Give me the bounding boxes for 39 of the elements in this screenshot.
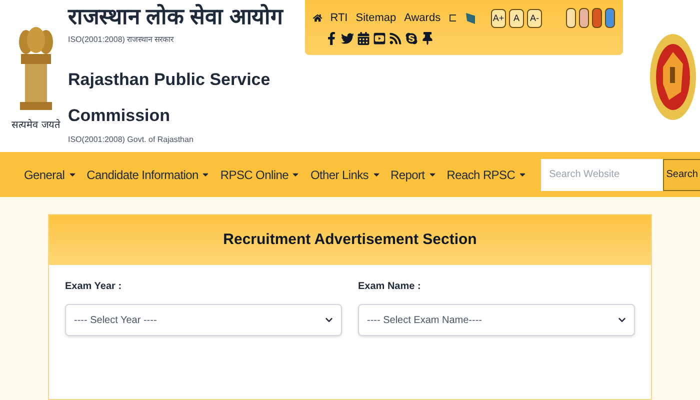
select-field[interactable]: ---- Select Year ---- xyxy=(65,304,342,336)
top-link[interactable]: Sitemap xyxy=(356,10,396,26)
theme-swatch[interactable] xyxy=(579,8,589,28)
field-label: Exam Year : xyxy=(65,280,123,294)
section-title: Recruitment Advertisement Section xyxy=(223,230,477,250)
nav-menu-item[interactable]: Other Links xyxy=(310,166,380,184)
pin-icon[interactable] xyxy=(421,32,434,45)
nav-menu-item[interactable]: RPSC Online xyxy=(220,166,300,184)
font-size-button[interactable]: A+ xyxy=(491,8,506,28)
rss-icon[interactable] xyxy=(389,32,402,45)
nav-menu-item[interactable]: General xyxy=(24,166,77,184)
chevron-icon xyxy=(618,316,626,324)
hindi-subtitle: ISO(2001:2008) राजस्थान सरकार xyxy=(68,34,175,46)
top-link[interactable]: Awards xyxy=(404,10,441,26)
search-field[interactable]: Search Website xyxy=(541,158,664,190)
top-link[interactable]: RTI xyxy=(330,10,348,26)
font-size-button[interactable]: A- xyxy=(527,8,542,28)
twitter-icon[interactable] xyxy=(341,32,354,45)
emblem-motto: सत्यमेव जयते xyxy=(12,118,60,133)
field-label: Exam Name : xyxy=(358,280,422,294)
hindi-title: राजस्थान लोक सेवा आयोग xyxy=(68,4,285,30)
calendar-icon[interactable] xyxy=(357,32,370,45)
nav-menu-item[interactable]: Reach RPSC xyxy=(446,166,528,184)
theme-swatch[interactable] xyxy=(605,8,615,28)
home-icon[interactable] xyxy=(313,12,322,24)
nav-menu-item[interactable]: Report xyxy=(390,166,437,184)
seal-icon xyxy=(649,32,697,122)
chevron-icon xyxy=(325,316,333,324)
search-button[interactable]: Search xyxy=(663,158,700,190)
site-subtitle: ISO(2001:2008) Govt. of Rajasthan xyxy=(68,134,194,146)
facebook-icon[interactable] xyxy=(325,32,338,45)
font-size-button[interactable]: A xyxy=(509,8,524,28)
select-field[interactable]: ---- Select Exam Name---- xyxy=(358,304,635,336)
chat-icon[interactable] xyxy=(405,32,418,45)
theme-swatch[interactable] xyxy=(566,8,576,28)
site-title: Rajasthan Public Service Commission xyxy=(68,69,272,127)
theme-swatch[interactable] xyxy=(592,8,602,28)
video-icon[interactable] xyxy=(373,32,386,45)
nav-menu-item[interactable]: Candidate Information xyxy=(86,166,210,184)
